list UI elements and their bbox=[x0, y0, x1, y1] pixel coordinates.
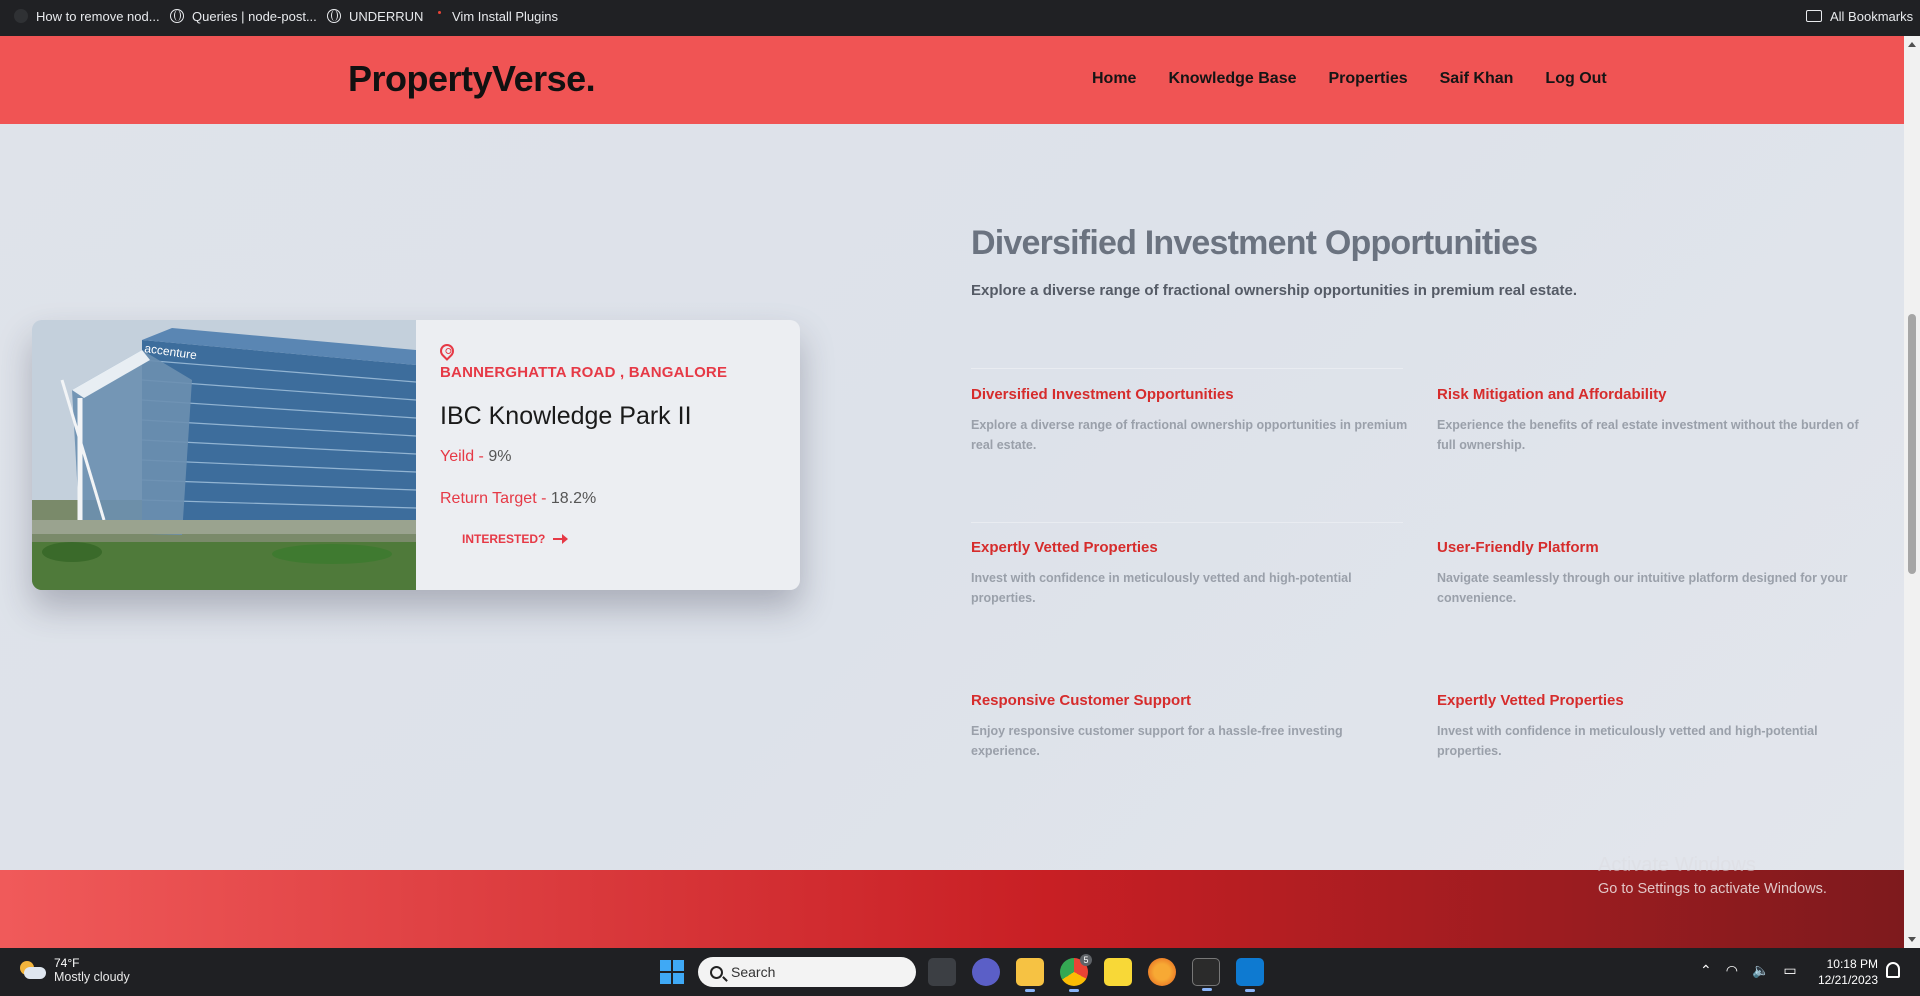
weather-description: Mostly cloudy bbox=[54, 970, 130, 984]
site-navbar: PropertyVerse. Home Knowledge Base Prope… bbox=[0, 36, 1904, 124]
chrome-icon[interactable]: 5 bbox=[1060, 954, 1092, 992]
feature-item: Diversified Investment Opportunities Exp… bbox=[971, 386, 1411, 455]
fl-studio-icon[interactable] bbox=[1148, 958, 1176, 986]
feature-title: Expertly Vetted Properties bbox=[971, 539, 1158, 556]
feature-description: Navigate seamlessly through our intuitiv… bbox=[1437, 571, 1848, 605]
globe-icon bbox=[327, 9, 341, 23]
file-explorer-icon[interactable] bbox=[1016, 958, 1044, 992]
property-details: BANNERGHATTA ROAD , BANGALORE IBC Knowle… bbox=[437, 320, 790, 590]
feature-description: Invest with confidence in meticulously v… bbox=[1437, 724, 1818, 758]
property-name[interactable]: IBC Knowledge Park II bbox=[440, 402, 692, 431]
property-location: BANNERGHATTA ROAD , BANGALORE bbox=[440, 364, 728, 381]
feature-item: Expertly Vetted Properties Invest with c… bbox=[1437, 692, 1877, 761]
system-clock[interactable]: 10:18 PM 12/21/2023 bbox=[1808, 956, 1878, 988]
bookmark-item[interactable]: How to remove nod... bbox=[14, 0, 160, 32]
interested-button[interactable]: INTERESTED? bbox=[462, 532, 569, 546]
chevron-up-icon[interactable]: ⌃ bbox=[1700, 962, 1712, 979]
system-tray: ⌃ ◠ 🔈 ▭ bbox=[1700, 962, 1797, 979]
weather-widget[interactable]: 74°F Mostly cloudy bbox=[18, 956, 130, 984]
wifi-icon[interactable]: ◠ bbox=[1726, 962, 1738, 979]
page-scrollbar[interactable] bbox=[1904, 36, 1920, 948]
vscode-icon[interactable] bbox=[1236, 958, 1264, 992]
feature-title: Expertly Vetted Properties bbox=[1437, 692, 1624, 709]
chat-icon[interactable] bbox=[972, 958, 1000, 986]
volume-icon[interactable]: 🔈 bbox=[1752, 962, 1769, 979]
location-pin-icon bbox=[437, 341, 457, 361]
feature-title: User-Friendly Platform bbox=[1437, 539, 1599, 556]
scroll-down-icon[interactable] bbox=[1908, 937, 1916, 942]
section-title: Diversified Investment Opportunities bbox=[971, 224, 1538, 262]
feature-description: Explore a diverse range of fractional ow… bbox=[971, 418, 1408, 452]
property-return-target: Return Target - 18.2% bbox=[440, 490, 596, 508]
arrow-right-icon bbox=[553, 534, 569, 544]
terminal-icon[interactable] bbox=[1192, 958, 1220, 991]
divider bbox=[971, 522, 1403, 523]
feature-title: Diversified Investment Opportunities bbox=[971, 386, 1234, 403]
feature-title: Responsive Customer Support bbox=[971, 692, 1192, 709]
scroll-up-icon[interactable] bbox=[1908, 42, 1916, 47]
feature-item: User-Friendly Platform Navigate seamless… bbox=[1437, 539, 1877, 608]
property-card: accenture BANNERGHATTA ROAD , BANGALORE … bbox=[32, 320, 800, 590]
main-nav: Home Knowledge Base Properties Saif Khan… bbox=[1092, 70, 1607, 88]
nav-user-profile[interactable]: Saif Khan bbox=[1440, 70, 1514, 88]
folder-icon bbox=[1806, 10, 1822, 22]
feature-item: Responsive Customer Support Enjoy respon… bbox=[971, 692, 1411, 761]
bookmark-item[interactable]: Vim Install Plugins bbox=[436, 0, 558, 32]
task-view-icon[interactable] bbox=[928, 958, 956, 986]
property-yield: Yeild - 9% bbox=[440, 448, 511, 466]
return-target-label: Return Target - bbox=[440, 490, 551, 507]
all-bookmarks-button[interactable]: All Bookmarks bbox=[1806, 0, 1913, 32]
feature-description: Invest with confidence in meticulously v… bbox=[971, 571, 1352, 605]
globe-icon bbox=[170, 9, 184, 23]
search-placeholder: Search bbox=[731, 964, 776, 980]
yield-value: 9% bbox=[488, 448, 512, 465]
feature-item: Expertly Vetted Properties Invest with c… bbox=[971, 539, 1411, 608]
section-subtitle: Explore a diverse range of fractional ow… bbox=[971, 282, 1577, 299]
nav-properties[interactable]: Properties bbox=[1328, 70, 1407, 88]
activate-windows-watermark: Activate Windows Go to Settings to activ… bbox=[1598, 854, 1827, 897]
scrollbar-thumb[interactable] bbox=[1908, 314, 1916, 574]
sticky-notes-icon[interactable] bbox=[1104, 958, 1132, 986]
partly-cloudy-icon bbox=[18, 961, 46, 979]
return-target-value: 18.2% bbox=[550, 490, 597, 507]
bookmarks-bar: How to remove nod... Queries | node-post… bbox=[0, 0, 1920, 36]
nav-knowledge-base[interactable]: Knowledge Base bbox=[1168, 70, 1296, 88]
taskbar-search[interactable]: Search bbox=[698, 957, 916, 987]
feature-description: Experience the benefits of real estate i… bbox=[1437, 418, 1859, 452]
building-illustration: accenture bbox=[32, 320, 416, 590]
app-icon bbox=[14, 9, 28, 23]
weather-temperature: 74°F bbox=[54, 956, 80, 970]
notifications-icon[interactable] bbox=[1886, 962, 1900, 978]
bookmark-item[interactable]: UNDERRUN bbox=[327, 0, 423, 32]
search-icon bbox=[710, 965, 723, 979]
bookmark-item[interactable]: Queries | node-post... bbox=[170, 0, 317, 32]
feature-item: Risk Mitigation and Affordability Experi… bbox=[1437, 386, 1877, 455]
site-logo[interactable]: PropertyVerse. bbox=[348, 58, 596, 100]
chrome-badge: 5 bbox=[1080, 954, 1092, 966]
windows-taskbar: 74°F Mostly cloudy Search 5 ⌃ ◠ 🔈 ▭ 10:1… bbox=[0, 948, 1920, 996]
start-button[interactable] bbox=[660, 960, 684, 984]
vim-icon bbox=[436, 9, 444, 23]
yield-label: Yeild - bbox=[440, 448, 489, 465]
property-image: accenture bbox=[32, 320, 416, 590]
feature-description: Enjoy responsive customer support for a … bbox=[971, 724, 1343, 758]
feature-title: Risk Mitigation and Affordability bbox=[1437, 386, 1667, 403]
battery-icon[interactable]: ▭ bbox=[1783, 962, 1796, 979]
page-viewport: PropertyVerse. Home Knowledge Base Prope… bbox=[0, 36, 1904, 948]
nav-log-out[interactable]: Log Out bbox=[1545, 70, 1606, 88]
divider bbox=[971, 368, 1403, 369]
taskbar-apps: 5 bbox=[928, 954, 1264, 992]
nav-home[interactable]: Home bbox=[1092, 70, 1136, 88]
